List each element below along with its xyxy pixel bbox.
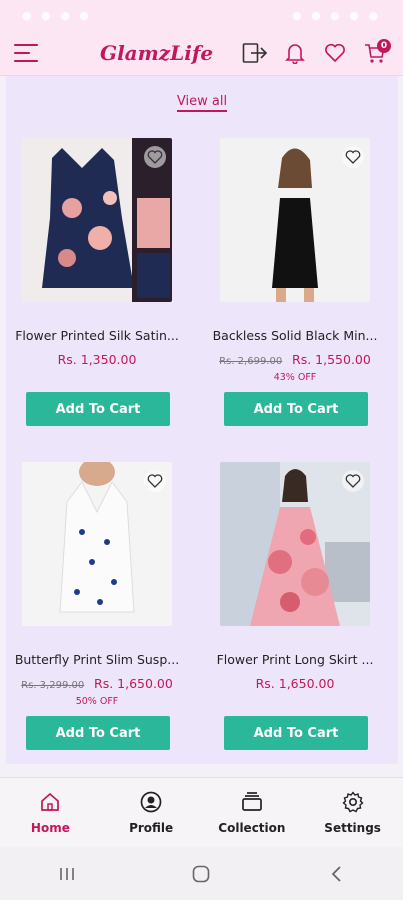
- add-to-cart-button[interactable]: Add To Cart: [224, 392, 368, 426]
- home-icon: [41, 792, 60, 811]
- profile-icon: [140, 791, 162, 812]
- product-image[interactable]: [220, 138, 370, 302]
- product-name[interactable]: Butterfly Print Slim Susp...: [12, 652, 182, 667]
- view-all-label: View all: [176, 94, 228, 112]
- product-prices: Rs. 2,699.00 Rs. 1,550.00: [210, 352, 380, 367]
- app-bar-actions: 0: [241, 38, 391, 67]
- product-price: Rs. 1,550.00: [292, 352, 371, 367]
- tab-collection-label: Collection: [218, 820, 286, 835]
- bottom-navigation: Home Profile Collection Settings: [0, 777, 403, 847]
- home-button-icon[interactable]: [181, 859, 221, 889]
- cart-count-badge: 0: [377, 38, 391, 53]
- cart-icon[interactable]: 0: [361, 38, 391, 67]
- app-bar: GlamzLife 0: [0, 30, 403, 76]
- favorite-heart-icon[interactable]: [342, 146, 364, 168]
- tab-collection[interactable]: Collection: [202, 778, 303, 847]
- product-name[interactable]: Flower Printed Silk Satin...: [12, 328, 182, 343]
- bell-icon[interactable]: [281, 39, 309, 67]
- product-price: Rs. 1,350.00: [57, 352, 137, 367]
- logout-icon[interactable]: [241, 39, 269, 67]
- product-price: Rs. 1,650.00: [94, 676, 173, 691]
- favorite-heart-icon[interactable]: [144, 146, 166, 168]
- brand-logo: GlamzLife: [100, 40, 214, 65]
- tab-settings[interactable]: Settings: [302, 778, 403, 847]
- product-prices: Rs. 3,299.00 Rs. 1,650.00: [12, 676, 182, 691]
- product-prices: Rs. 1,350.00: [12, 352, 182, 367]
- product-prices: Rs. 1,650.00: [210, 676, 380, 691]
- tab-profile-label: Profile: [129, 820, 174, 835]
- discount-label: 43% OFF: [273, 372, 317, 383]
- favorite-heart-icon[interactable]: [342, 470, 364, 492]
- menu-icon[interactable]: [14, 43, 38, 62]
- add-to-cart-button[interactable]: Add To Cart: [26, 392, 170, 426]
- status-left-icons: ● ● ● ●: [22, 8, 92, 22]
- tab-profile[interactable]: Profile: [101, 778, 202, 847]
- status-bar: ● ● ● ● ● ● ● ● ●: [0, 0, 403, 30]
- product-old-price: Rs. 2,699.00: [219, 356, 283, 367]
- system-navigation-bar: [0, 847, 403, 900]
- tab-home-label: Home: [30, 820, 70, 835]
- product-old-price: Rs. 3,299.00: [21, 680, 85, 691]
- product-price: Rs. 1,650.00: [255, 676, 335, 691]
- recents-icon[interactable]: [47, 859, 87, 889]
- discount-label: 50% OFF: [75, 696, 119, 707]
- tab-home[interactable]: Home: [0, 778, 101, 847]
- view-all-link[interactable]: View all: [6, 94, 398, 112]
- tab-settings-label: Settings: [324, 820, 381, 835]
- collection-icon: [242, 791, 262, 811]
- status-right-icons: ● ● ● ● ●: [292, 8, 381, 22]
- product-name[interactable]: Backless Solid Black Min...: [210, 328, 380, 343]
- back-icon[interactable]: [316, 859, 356, 889]
- favorite-heart-icon[interactable]: [144, 470, 166, 492]
- add-to-cart-button[interactable]: Add To Cart: [26, 716, 170, 750]
- add-to-cart-button[interactable]: Add To Cart: [224, 716, 368, 750]
- settings-icon: [342, 790, 364, 812]
- product-image[interactable]: [22, 462, 172, 626]
- product-image[interactable]: [220, 462, 370, 626]
- product-image[interactable]: [22, 138, 172, 302]
- wishlist-heart-icon[interactable]: [321, 39, 349, 67]
- product-grid-section: View all Flower Printed Silk Satin... Rs…: [6, 76, 398, 764]
- product-name[interactable]: Flower Print Long Skirt ...: [210, 652, 380, 667]
